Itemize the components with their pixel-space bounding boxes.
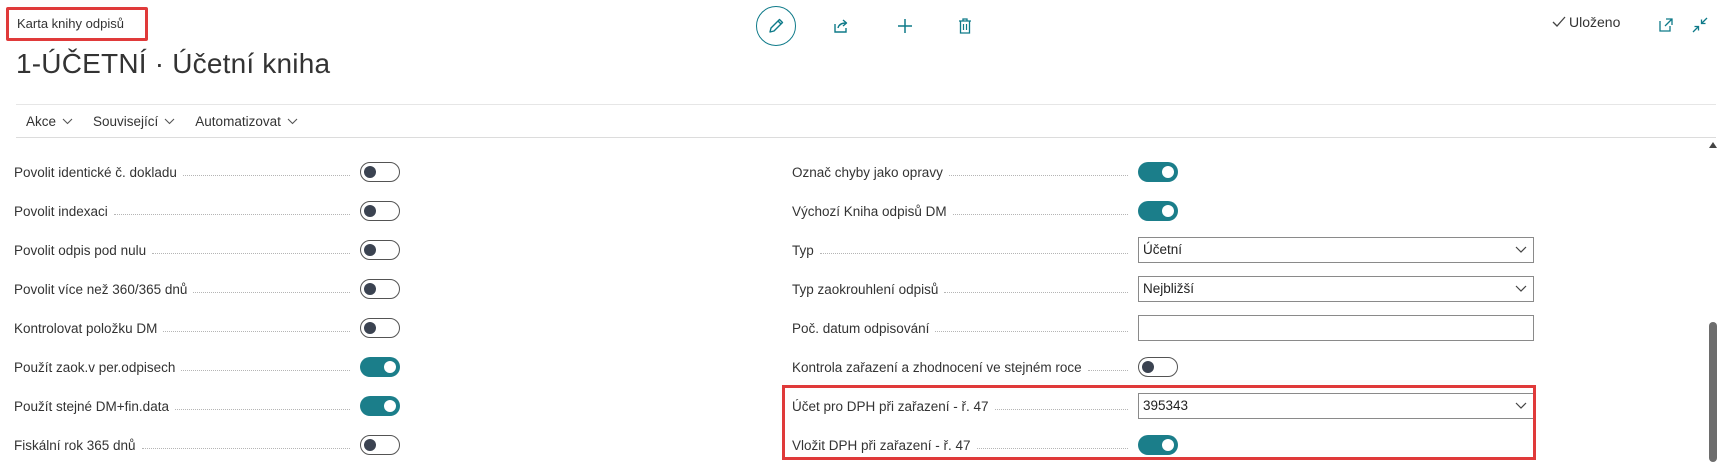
field-label: Použít stejné DM+fin.data xyxy=(14,399,350,414)
field-label: Poč. datum odpisování xyxy=(792,321,1128,336)
scrollbar-thumb[interactable] xyxy=(1709,322,1717,462)
typ-select[interactable]: Účetní xyxy=(1138,237,1534,263)
toggle-switch[interactable] xyxy=(1138,201,1178,221)
poc-datum-input[interactable] xyxy=(1138,315,1534,341)
page-type-caption: Karta knihy odpisů xyxy=(6,7,148,41)
delete-icon xyxy=(959,18,971,34)
field-label: Označ chyby jako opravy xyxy=(792,165,1128,180)
field-povolit-indexaci: Povolit indexaci xyxy=(14,196,400,226)
field-typ-zaokrouhleni-odpisu: Typ zaokrouhlení odpisů Nejbližší xyxy=(792,274,1536,304)
checkmark-icon xyxy=(1552,16,1566,27)
chevron-down-icon xyxy=(62,118,73,124)
field-vychozi-kniha-odpisu-dm: Výchozí Kniha odpisů DM xyxy=(792,196,1536,226)
typ-zaokrouhleni-select[interactable]: Nejbližší xyxy=(1138,276,1534,302)
share-button[interactable] xyxy=(830,15,852,37)
scroll-up-icon[interactable] xyxy=(1708,141,1718,149)
toggle-switch[interactable] xyxy=(360,240,400,260)
field-label: Kontrolovat položku DM xyxy=(14,321,350,336)
action-menu-label: Související xyxy=(93,113,159,129)
field-label: Povolit indexaci xyxy=(14,204,350,219)
field-typ: Typ Účetní xyxy=(792,235,1536,265)
field-povolit-vice-nez-360: Povolit více než 360/365 dnů xyxy=(14,274,400,304)
action-menu-label: Akce xyxy=(26,113,57,129)
field-poc-datum-odpisovani: Poč. datum odpisování xyxy=(792,313,1536,343)
field-label: Fiskální rok 365 dnů xyxy=(14,438,350,453)
field-fiskalni-rok-365: Fiskální rok 365 dnů xyxy=(14,430,400,460)
popout-button[interactable] xyxy=(1656,15,1676,35)
toggle-switch[interactable] xyxy=(360,279,400,299)
field-label: Kontrola zařazení a zhodnocení ve stejné… xyxy=(792,360,1128,375)
field-label: Výchozí Kniha odpisů DM xyxy=(792,204,1128,219)
chevron-down-icon xyxy=(1515,285,1527,292)
saved-status-label: Uloženo xyxy=(1569,14,1621,30)
field-pouzit-stejne-dm-fin-data: Použít stejné DM+fin.data xyxy=(14,391,400,421)
action-menu-label: Automatizovat xyxy=(195,113,281,129)
field-label: Povolit identické č. dokladu xyxy=(14,165,350,180)
field-kontrola-zarazeni: Kontrola zařazení a zhodnocení ve stejné… xyxy=(792,352,1536,382)
field-povolit-odpis-pod-nulu: Povolit odpis pod nulu xyxy=(14,235,400,265)
toggle-switch[interactable] xyxy=(360,162,400,182)
delete-button[interactable] xyxy=(954,15,976,37)
toggle-switch[interactable] xyxy=(360,357,400,377)
field-pouzit-zaok-per-odpisech: Použít zaok.v per.odpisech xyxy=(14,352,400,382)
select-value: Nejbližší xyxy=(1143,281,1195,296)
field-label: Typ zaokrouhlení odpisů xyxy=(792,282,1128,297)
chevron-down-icon xyxy=(1515,246,1527,253)
toggle-switch[interactable] xyxy=(360,201,400,221)
collapse-icon xyxy=(1692,17,1708,33)
field-label: Povolit odpis pod nulu xyxy=(14,243,350,258)
edit-icon xyxy=(769,18,784,33)
field-label: Povolit více než 360/365 dnů xyxy=(14,282,350,297)
page-title: 1-ÚČETNÍ · Účetní kniha xyxy=(16,48,331,79)
popout-icon xyxy=(1659,18,1673,32)
field-kontrolovat-polozku-dm: Kontrolovat položku DM xyxy=(14,313,400,343)
toggle-switch[interactable] xyxy=(360,318,400,338)
action-menu-souvisejici[interactable]: Související xyxy=(93,114,175,129)
field-label: Typ xyxy=(792,243,1128,258)
edit-button[interactable] xyxy=(756,6,796,46)
action-menu-akce[interactable]: Akce xyxy=(26,114,73,129)
field-label: Použít zaok.v per.odpisech xyxy=(14,360,350,375)
add-button[interactable] xyxy=(894,15,916,37)
chevron-down-icon xyxy=(287,118,298,124)
action-bar: Akce Související Automatizovat xyxy=(16,104,1716,138)
field-oznac-chyby-jako-opravy: Označ chyby jako opravy xyxy=(792,157,1536,187)
toggle-switch[interactable] xyxy=(360,396,400,416)
action-menu-automatizovat[interactable]: Automatizovat xyxy=(195,114,298,129)
annotation-highlight xyxy=(782,385,1536,460)
share-icon xyxy=(834,19,848,33)
toggle-switch[interactable] xyxy=(1138,357,1178,377)
collapse-button[interactable] xyxy=(1690,15,1710,35)
select-value: Účetní xyxy=(1143,242,1183,257)
toggle-switch[interactable] xyxy=(360,435,400,455)
record-toolbar xyxy=(756,6,976,46)
field-povolit-identicke-doklad: Povolit identické č. dokladu xyxy=(14,157,400,187)
add-icon xyxy=(898,19,912,33)
chevron-down-icon xyxy=(164,118,175,124)
saved-status: Uloženo xyxy=(1552,14,1620,30)
toggle-switch[interactable] xyxy=(1138,162,1178,182)
